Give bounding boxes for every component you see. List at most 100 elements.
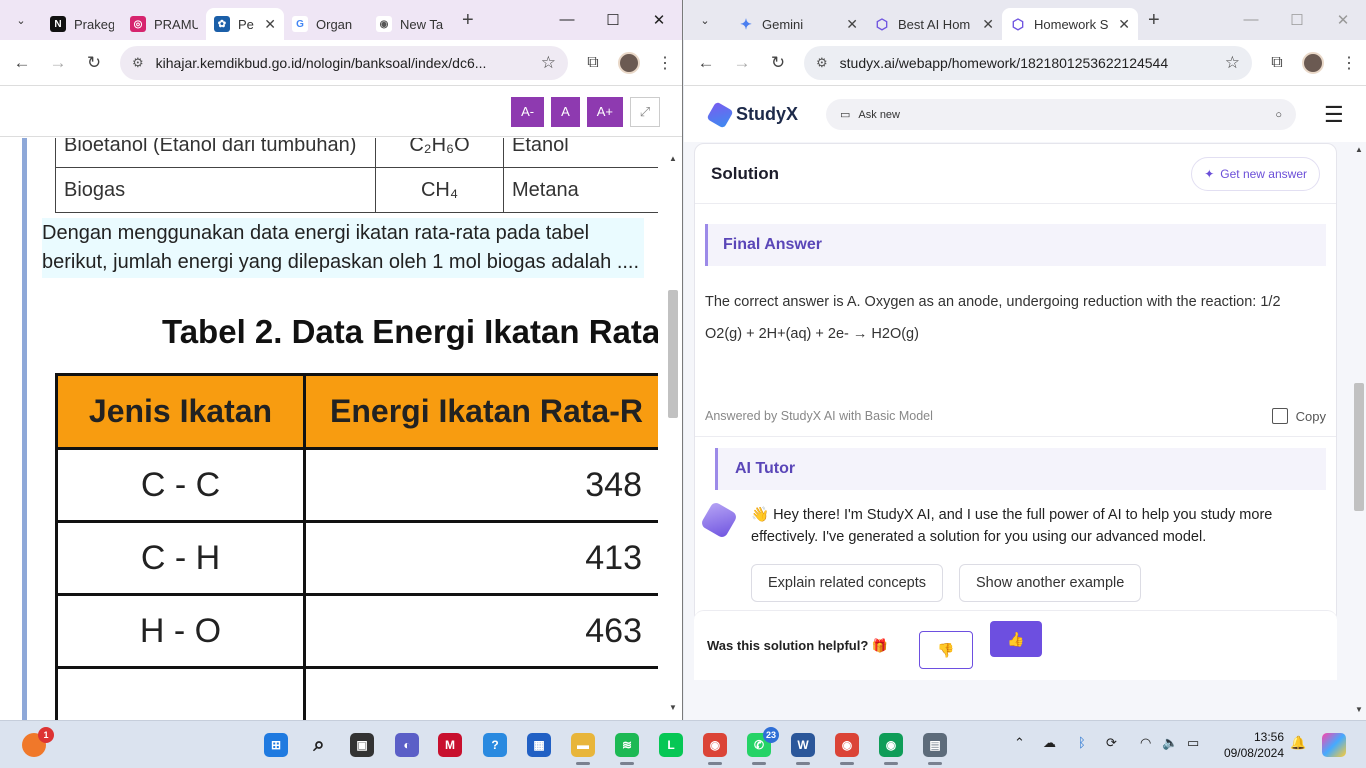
close-tab-icon[interactable]: ✕ — [846, 16, 858, 33]
tab-search-button[interactable]: ⌄ — [8, 7, 34, 33]
tab-prakeg[interactable]: N Prakeg — [42, 8, 122, 40]
close-window-icon[interactable]: ✕ — [1320, 11, 1366, 29]
sync-icon[interactable]: ⟳ — [1106, 735, 1117, 751]
close-tab-icon[interactable]: ✕ — [264, 16, 276, 33]
ask-new-search[interactable]: ▭ Ask new ○ — [826, 99, 1297, 130]
minimize-icon[interactable]: — — [1228, 11, 1274, 29]
network-alert-icon[interactable]: ☁ — [1043, 735, 1056, 751]
running-indicator — [576, 762, 590, 765]
address-bar[interactable]: ⚙ kihajar.kemdikbud.go.id/nologin/bankso… — [120, 45, 568, 80]
menu-kebab-icon[interactable]: ⋮ — [648, 53, 682, 73]
maximize-icon[interactable]: ☐ — [1274, 11, 1320, 29]
meet-icon[interactable]: ◐ — [395, 733, 419, 757]
suggestion-chips: Explain related concepts Show another ex… — [751, 564, 1142, 602]
close-tab-icon[interactable]: ✕ — [982, 16, 994, 33]
chrome-icon[interactable]: ◉ — [703, 733, 727, 757]
search-icon[interactable]: ○ — [1275, 109, 1282, 121]
tab-pramuka[interactable]: ◎ PRAMU — [122, 8, 206, 40]
tab-gemini[interactable]: ✦ Gemini ✕ — [730, 8, 866, 40]
task-view-icon[interactable]: ▣ — [350, 733, 374, 757]
bluetooth-icon[interactable]: ᛒ — [1078, 735, 1086, 750]
scroll-down-icon[interactable]: ▼ — [669, 703, 677, 712]
battery-icon[interactable]: ▭ — [1187, 735, 1199, 751]
font-decrease-button[interactable]: A- — [511, 96, 545, 127]
help-icon[interactable]: ? — [483, 733, 507, 757]
address-bar[interactable]: ⚙ studyx.ai/webapp/homework/182180125362… — [804, 45, 1252, 80]
line-icon[interactable]: L — [659, 733, 683, 757]
store-icon[interactable]: ▦ — [527, 733, 551, 757]
expand-icon[interactable]: ⤢ — [630, 96, 660, 127]
hamburger-menu-icon[interactable]: ☰ — [1324, 102, 1344, 128]
new-tab-button[interactable]: + — [462, 9, 474, 32]
forward-icon[interactable]: → — [724, 53, 760, 73]
right-browser-window: ⌄ ✦ Gemini ✕ ⬡ Best AI Hom ✕ ⬡ Homework … — [684, 0, 1366, 720]
bookmark-star-icon[interactable]: ☆ — [541, 53, 556, 73]
scrollbar-thumb[interactable] — [668, 290, 678, 418]
whatsapp-icon[interactable]: ✆ 23 — [747, 727, 779, 757]
font-increase-button[interactable]: A+ — [586, 96, 623, 127]
font-reset-button[interactable]: A — [551, 96, 580, 127]
minimize-icon[interactable]: — — [544, 11, 590, 29]
left-scrollbar[interactable]: ▲ ▼ — [666, 150, 678, 712]
studyx-logo[interactable]: StudyX — [706, 100, 798, 129]
chevron-up-icon[interactable]: ⌃ — [1014, 735, 1025, 751]
scrollbar-thumb[interactable] — [1354, 383, 1364, 511]
tab-kemdikbud-active[interactable]: ✿ Pe ✕ — [206, 8, 284, 40]
table-cell: 463 — [303, 593, 658, 669]
mcafee-icon[interactable]: M — [438, 733, 462, 757]
scroll-down-icon[interactable]: ▼ — [1355, 705, 1363, 714]
profile-avatar[interactable] — [618, 51, 640, 74]
back-icon[interactable]: ← — [4, 53, 40, 73]
scroll-up-icon[interactable]: ▲ — [669, 154, 677, 163]
copilot-icon[interactable] — [1322, 733, 1346, 757]
table-cell: H - O — [55, 593, 306, 669]
reload-icon[interactable]: ↻ — [760, 53, 796, 73]
thumbs-up-icon[interactable]: 👍 — [990, 621, 1042, 657]
clock[interactable]: 13:56 09/08/2024 — [1224, 729, 1284, 761]
word-icon[interactable]: W — [791, 733, 815, 757]
scroll-up-icon[interactable]: ▲ — [1355, 145, 1363, 154]
calculator-icon[interactable]: ▤ — [923, 733, 947, 757]
tab-homework-active[interactable]: ⬡ Homework S ✕ — [1002, 8, 1138, 40]
instagram-icon: ◎ — [130, 16, 146, 32]
tab-new-tab[interactable]: ◉ New Ta — [368, 8, 452, 40]
profile-avatar[interactable] — [1302, 51, 1324, 74]
extensions-icon[interactable]: ⧉ — [576, 54, 610, 72]
thumbs-down-icon[interactable]: 👎 — [919, 631, 973, 669]
launcher-icon[interactable]: 1 — [22, 727, 54, 757]
close-window-icon[interactable]: ✕ — [636, 11, 682, 29]
new-tab-button[interactable]: + — [1148, 9, 1160, 32]
left-tab-strip: ⌄ N Prakeg ◎ PRAMU ✿ Pe ✕ G Organ ◉ New … — [0, 0, 682, 40]
show-example-button[interactable]: Show another example — [959, 564, 1142, 602]
bookmark-star-icon[interactable]: ☆ — [1225, 53, 1240, 73]
question-text: Dengan menggunakan data energi ikatan ra… — [42, 218, 644, 278]
tab-best-ai[interactable]: ⬡ Best AI Hom ✕ — [866, 8, 1002, 40]
menu-kebab-icon[interactable]: ⋮ — [1332, 53, 1366, 73]
close-tab-icon[interactable]: ✕ — [1118, 16, 1130, 33]
file-explorer-icon[interactable]: ▬ — [571, 733, 595, 757]
back-icon[interactable]: ← — [688, 53, 724, 73]
ai-tutor-heading: AI Tutor — [715, 448, 1326, 490]
extensions-icon[interactable]: ⧉ — [1260, 54, 1294, 72]
wifi-icon[interactable]: ◠ — [1140, 735, 1151, 751]
chrome-profile-icon[interactable]: ◉ — [835, 733, 859, 757]
chrome-profile-2-icon[interactable]: ◉ — [879, 733, 903, 757]
volume-icon[interactable]: 🔈 — [1162, 735, 1178, 751]
copy-button[interactable]: Copy — [1271, 408, 1326, 424]
site-info-icon[interactable]: ⚙ — [816, 55, 828, 71]
right-scrollbar[interactable]: ▲ ▼ — [1352, 143, 1364, 714]
tab-organ[interactable]: G Organ — [284, 8, 368, 40]
tab-search-button[interactable]: ⌄ — [692, 7, 718, 33]
get-new-answer-button[interactable]: ✦ Get new answer — [1191, 156, 1320, 191]
maximize-icon[interactable]: ☐ — [590, 11, 636, 29]
answer-line: The correct answer is A. Oxygen as an an… — [705, 294, 1281, 310]
explain-concepts-button[interactable]: Explain related concepts — [751, 564, 943, 602]
forward-icon[interactable]: → — [40, 53, 76, 73]
search-icon[interactable]: ⌕ — [307, 733, 331, 757]
notification-bell-icon[interactable]: 🔔 — [1290, 735, 1306, 751]
site-info-icon[interactable]: ⚙ — [132, 55, 144, 71]
reload-icon[interactable]: ↻ — [76, 53, 112, 73]
table-cell — [303, 666, 658, 720]
windows-start-icon[interactable]: ⊞ — [264, 733, 288, 757]
spotify-icon[interactable]: ≋ — [615, 733, 639, 757]
